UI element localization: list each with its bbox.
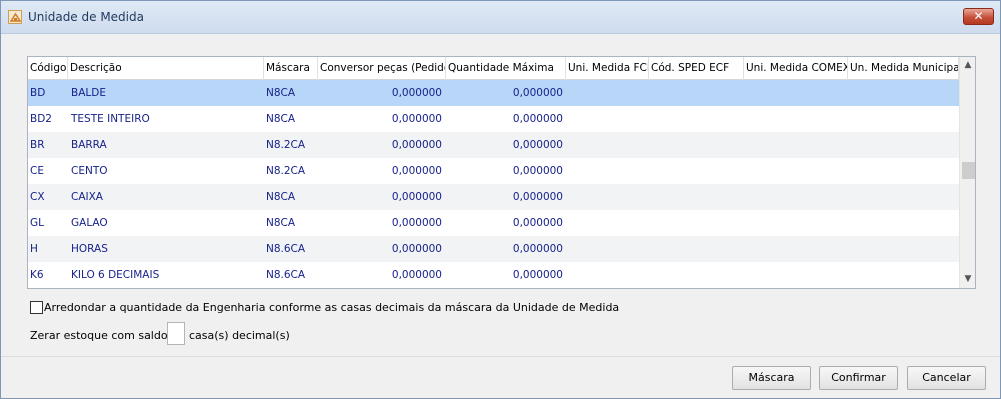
col-header-uni-fci[interactable]: Uni. Medida FCI	[566, 57, 649, 80]
col-header-comex[interactable]: Uni. Medida COMEX	[744, 57, 848, 80]
table-row[interactable]: GL GALAO N8CA 0,000000 0,000000	[28, 210, 959, 236]
table-row[interactable]: BR BARRA N8.2CA 0,000000 0,000000	[28, 132, 959, 158]
cell-conversor: 0,000000	[391, 243, 442, 255]
cell-mascara: N8CA	[266, 113, 296, 125]
cell-mascara: N8CA	[266, 191, 296, 203]
cell-mascara: N8.2CA	[266, 139, 306, 151]
mascara-button[interactable]: Máscara	[732, 366, 811, 390]
footer-divider	[1, 356, 1000, 357]
unidade-medida-dialog: Unidade de Medida ✕ Código Descrição Más…	[0, 0, 1001, 399]
vertical-scrollbar[interactable]: ▲ ▼	[959, 57, 975, 288]
col-header-conversor[interactable]: Conversor peças (Pedido)	[318, 57, 446, 80]
cell-conversor: 0,000000	[391, 139, 442, 151]
cancelar-button[interactable]: Cancelar	[907, 366, 986, 390]
unidades-grid[interactable]: Código Descrição Máscara Conversor peças…	[27, 56, 976, 289]
cell-qtd-maxima: 0,000000	[512, 269, 563, 281]
col-header-municipal[interactable]: Un. Medida Municipal	[848, 57, 959, 80]
col-header-descricao[interactable]: Descrição	[68, 57, 264, 80]
cell-mascara: N8.6CA	[266, 269, 306, 281]
casas-decimais-input[interactable]	[167, 322, 185, 345]
scroll-thumb[interactable]	[962, 162, 975, 179]
cell-descricao: BARRA	[71, 139, 107, 151]
cell-codigo: K6	[30, 269, 44, 281]
cell-qtd-maxima: 0,000000	[512, 217, 563, 229]
scroll-up-icon[interactable]: ▲	[960, 57, 975, 74]
cell-descricao: CAIXA	[71, 191, 103, 203]
cell-qtd-maxima: 0,000000	[512, 165, 563, 177]
col-header-mascara[interactable]: Máscara	[264, 57, 318, 80]
cell-codigo: H	[30, 243, 38, 255]
cell-codigo: BD2	[30, 113, 52, 125]
cell-conversor: 0,000000	[391, 165, 442, 177]
arredondar-checkbox[interactable]	[30, 301, 43, 314]
cell-descricao: TESTE INTEIRO	[71, 113, 150, 125]
cell-descricao: BALDE	[71, 87, 106, 99]
cell-qtd-maxima: 0,000000	[512, 113, 563, 125]
casas-decimais-label: casa(s) decimal(s)	[189, 329, 290, 342]
close-icon: ✕	[973, 9, 984, 23]
cell-descricao: KILO 6 DECIMAIS	[71, 269, 160, 281]
cell-conversor: 0,000000	[391, 269, 442, 281]
cell-mascara: N8CA	[266, 87, 296, 99]
cell-descricao: GALAO	[71, 217, 108, 229]
cell-qtd-maxima: 0,000000	[512, 243, 563, 255]
table-row[interactable]: CE CENTO N8.2CA 0,000000 0,000000	[28, 158, 959, 184]
zerar-estoque-label: Zerar estoque com saldo na	[30, 329, 185, 342]
col-header-sped-ecf[interactable]: Cód. SPED ECF	[649, 57, 744, 80]
cell-conversor: 0,000000	[391, 113, 442, 125]
title-bar: Unidade de Medida ✕	[1, 1, 1000, 34]
table-row[interactable]: K6 KILO 6 DECIMAIS N8.6CA 0,000000 0,000…	[28, 262, 959, 288]
cell-qtd-maxima: 0,000000	[512, 139, 563, 151]
cell-conversor: 0,000000	[391, 217, 442, 229]
cell-codigo: BD	[30, 87, 46, 99]
cell-conversor: 0,000000	[391, 87, 442, 99]
cell-codigo: BR	[30, 139, 45, 151]
window-title: Unidade de Medida	[28, 10, 144, 24]
table-row[interactable]: BD BALDE N8CA 0,000000 0,000000	[28, 80, 959, 106]
table-row[interactable]: CX CAIXA N8CA 0,000000 0,000000	[28, 184, 959, 210]
cell-codigo: GL	[30, 217, 44, 229]
cell-qtd-maxima: 0,000000	[512, 87, 563, 99]
table-row[interactable]: H HORAS N8.6CA 0,000000 0,000000	[28, 236, 959, 262]
app-icon	[8, 10, 22, 24]
cell-descricao: HORAS	[71, 243, 108, 255]
cell-mascara: N8.6CA	[266, 243, 306, 255]
grid-header: Código Descrição Máscara Conversor peças…	[28, 57, 959, 80]
col-header-codigo[interactable]: Código	[28, 57, 68, 80]
cell-mascara: N8CA	[266, 217, 296, 229]
cell-codigo: CE	[30, 165, 44, 177]
confirmar-button[interactable]: Confirmar	[819, 366, 898, 390]
scroll-down-icon[interactable]: ▼	[960, 271, 975, 288]
close-button[interactable]: ✕	[963, 8, 994, 25]
cell-qtd-maxima: 0,000000	[512, 191, 563, 203]
col-header-qtd-maxima[interactable]: Quantidade Máxima	[446, 57, 566, 80]
table-row[interactable]: BD2 TESTE INTEIRO N8CA 0,000000 0,000000	[28, 106, 959, 132]
cell-mascara: N8.2CA	[266, 165, 306, 177]
cell-descricao: CENTO	[71, 165, 108, 177]
cell-codigo: CX	[30, 191, 45, 203]
cell-conversor: 0,000000	[391, 191, 442, 203]
arredondar-label: Arredondar a quantidade da Engenharia co…	[44, 301, 620, 314]
